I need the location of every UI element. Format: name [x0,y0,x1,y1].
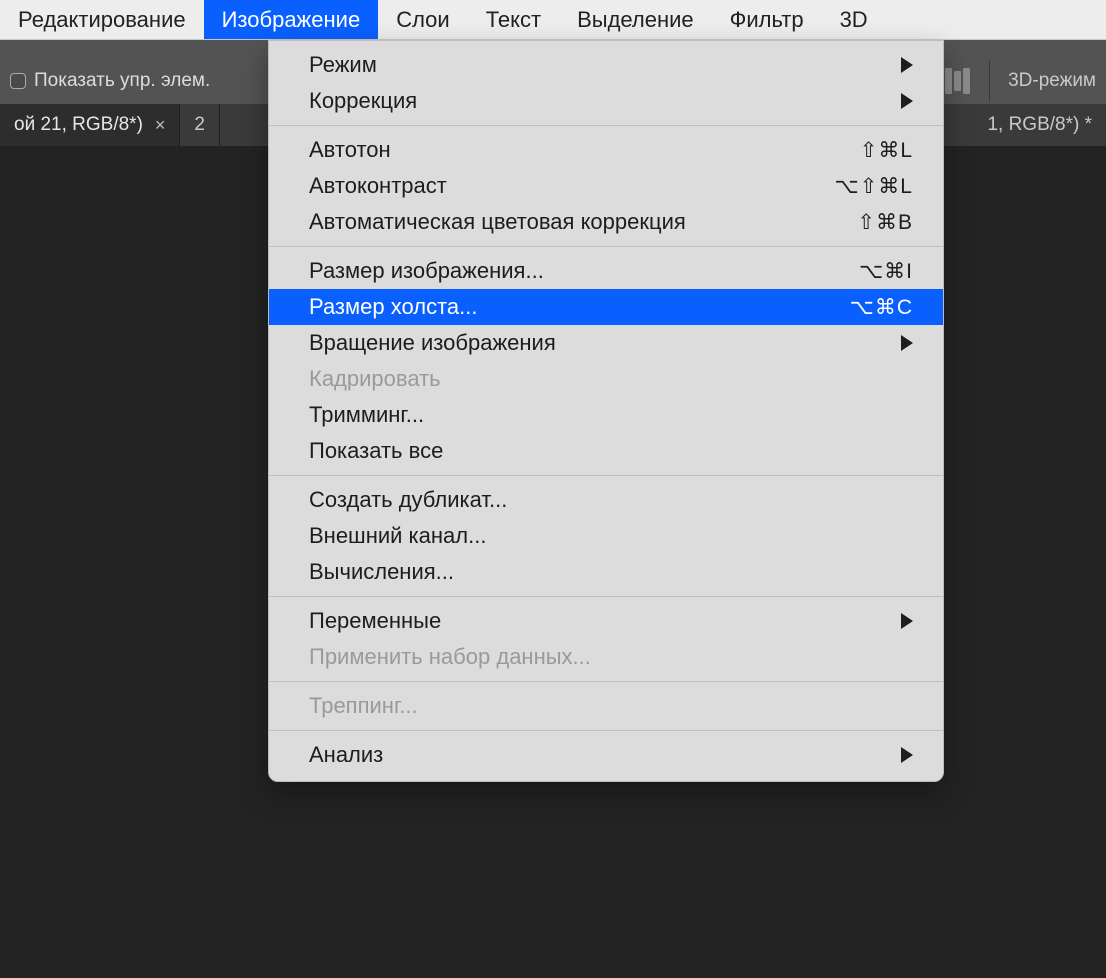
menu-item-label: Внешний канал... [309,523,913,549]
menu-item: Применить набор данных... [269,639,943,675]
view-columns-icon[interactable] [945,68,971,94]
menu-layers[interactable]: Слои [378,0,468,39]
menu-item-label: Показать все [309,438,913,464]
menu-item[interactable]: Автоконтраст⌥⇧⌘L [269,168,943,204]
menu-item-label: Кадрировать [309,366,913,392]
checkbox-icon[interactable] [10,73,26,89]
menu-item: Кадрировать [269,361,943,397]
menu-label: Фильтр [730,7,804,33]
menu-item-label: Вычисления... [309,559,913,585]
menu-item-label: Автотон [309,137,860,163]
menu-separator [269,125,943,126]
menu-3d[interactable]: 3D [822,0,886,39]
menu-item-label: Автоматическая цветовая коррекция [309,209,857,235]
menu-item-shortcut: ⌥⇧⌘L [835,174,913,199]
menu-item-label: Размер холста... [309,294,850,320]
menu-item-label: Коррекция [309,88,891,114]
menu-label: Изображение [222,7,361,33]
menu-item[interactable]: Вычисления... [269,554,943,590]
menu-separator [269,246,943,247]
menu-item-label: Применить набор данных... [309,644,913,670]
menu-item-shortcut: ⌥⌘C [850,295,913,320]
show-controls-option[interactable]: Показать упр. элем. [10,70,210,92]
menu-image[interactable]: Изображение [204,0,379,39]
menu-item: Треппинг... [269,688,943,724]
menu-separator [269,475,943,476]
menu-label: Редактирование [18,7,186,33]
menu-item-label: Вращение изображения [309,330,891,356]
menu-item-label: Анализ [309,742,891,768]
submenu-arrow-icon [901,335,913,351]
menu-item[interactable]: Создать дубликат... [269,482,943,518]
submenu-arrow-icon [901,57,913,73]
submenu-arrow-icon [901,747,913,763]
menu-filter[interactable]: Фильтр [712,0,822,39]
submenu-arrow-icon [901,93,913,109]
menu-separator [269,681,943,682]
menu-item-label: Создать дубликат... [309,487,913,513]
menu-select[interactable]: Выделение [559,0,712,39]
menu-item-label: Переменные [309,608,891,634]
menu-item[interactable]: Тримминг... [269,397,943,433]
menubar: Редактирование Изображение Слои Текст Вы… [0,0,1106,40]
menu-item[interactable]: Автоматическая цветовая коррекция⇧⌘B [269,204,943,240]
menu-item[interactable]: Показать все [269,433,943,469]
show-controls-label: Показать упр. элем. [34,70,210,92]
menu-label: 3D [840,7,868,33]
close-icon[interactable]: × [155,115,166,136]
menu-label: Выделение [577,7,694,33]
menu-text[interactable]: Текст [468,0,559,39]
menu-item[interactable]: Анализ [269,737,943,773]
mode-3d-label[interactable]: 3D-режим [1008,70,1096,92]
document-tab[interactable]: ой 21, RGB/8*) × [0,104,180,146]
tab-title-fragment: 2 [194,114,205,136]
menu-item[interactable]: Переменные [269,603,943,639]
menu-separator [269,730,943,731]
menu-separator [269,596,943,597]
submenu-arrow-icon [901,613,913,629]
menu-item[interactable]: Автотон⇧⌘L [269,132,943,168]
right-tools: 3D-режим [945,60,1096,102]
menu-item-shortcut: ⌥⌘I [859,259,913,284]
tab-title-fragment: 1, RGB/8*) * [987,114,1092,136]
document-tab[interactable]: 2 [180,104,220,146]
tab-title-fragment: ой 21, RGB/8*) [14,114,143,136]
menu-item-label: Размер изображения... [309,258,859,284]
menu-item-shortcut: ⇧⌘B [857,210,913,235]
menu-label: Текст [486,7,541,33]
document-tab[interactable]: 1, RGB/8*) * [973,104,1106,146]
menu-edit[interactable]: Редактирование [0,0,204,39]
menu-item[interactable]: Размер изображения...⌥⌘I [269,253,943,289]
menu-item[interactable]: Режим [269,47,943,83]
menu-item-shortcut: ⇧⌘L [860,138,913,163]
menu-item-label: Автоконтраст [309,173,835,199]
menu-item[interactable]: Коррекция [269,83,943,119]
menu-item[interactable]: Внешний канал... [269,518,943,554]
menu-item[interactable]: Вращение изображения [269,325,943,361]
menu-item-label: Тримминг... [309,402,913,428]
menu-item-label: Режим [309,52,891,78]
divider [989,60,990,102]
image-menu-dropdown: РежимКоррекцияАвтотон⇧⌘LАвтоконтраст⌥⇧⌘L… [268,40,944,782]
menu-item-label: Треппинг... [309,693,913,719]
menu-label: Слои [396,7,450,33]
menu-item[interactable]: Размер холста...⌥⌘C [269,289,943,325]
